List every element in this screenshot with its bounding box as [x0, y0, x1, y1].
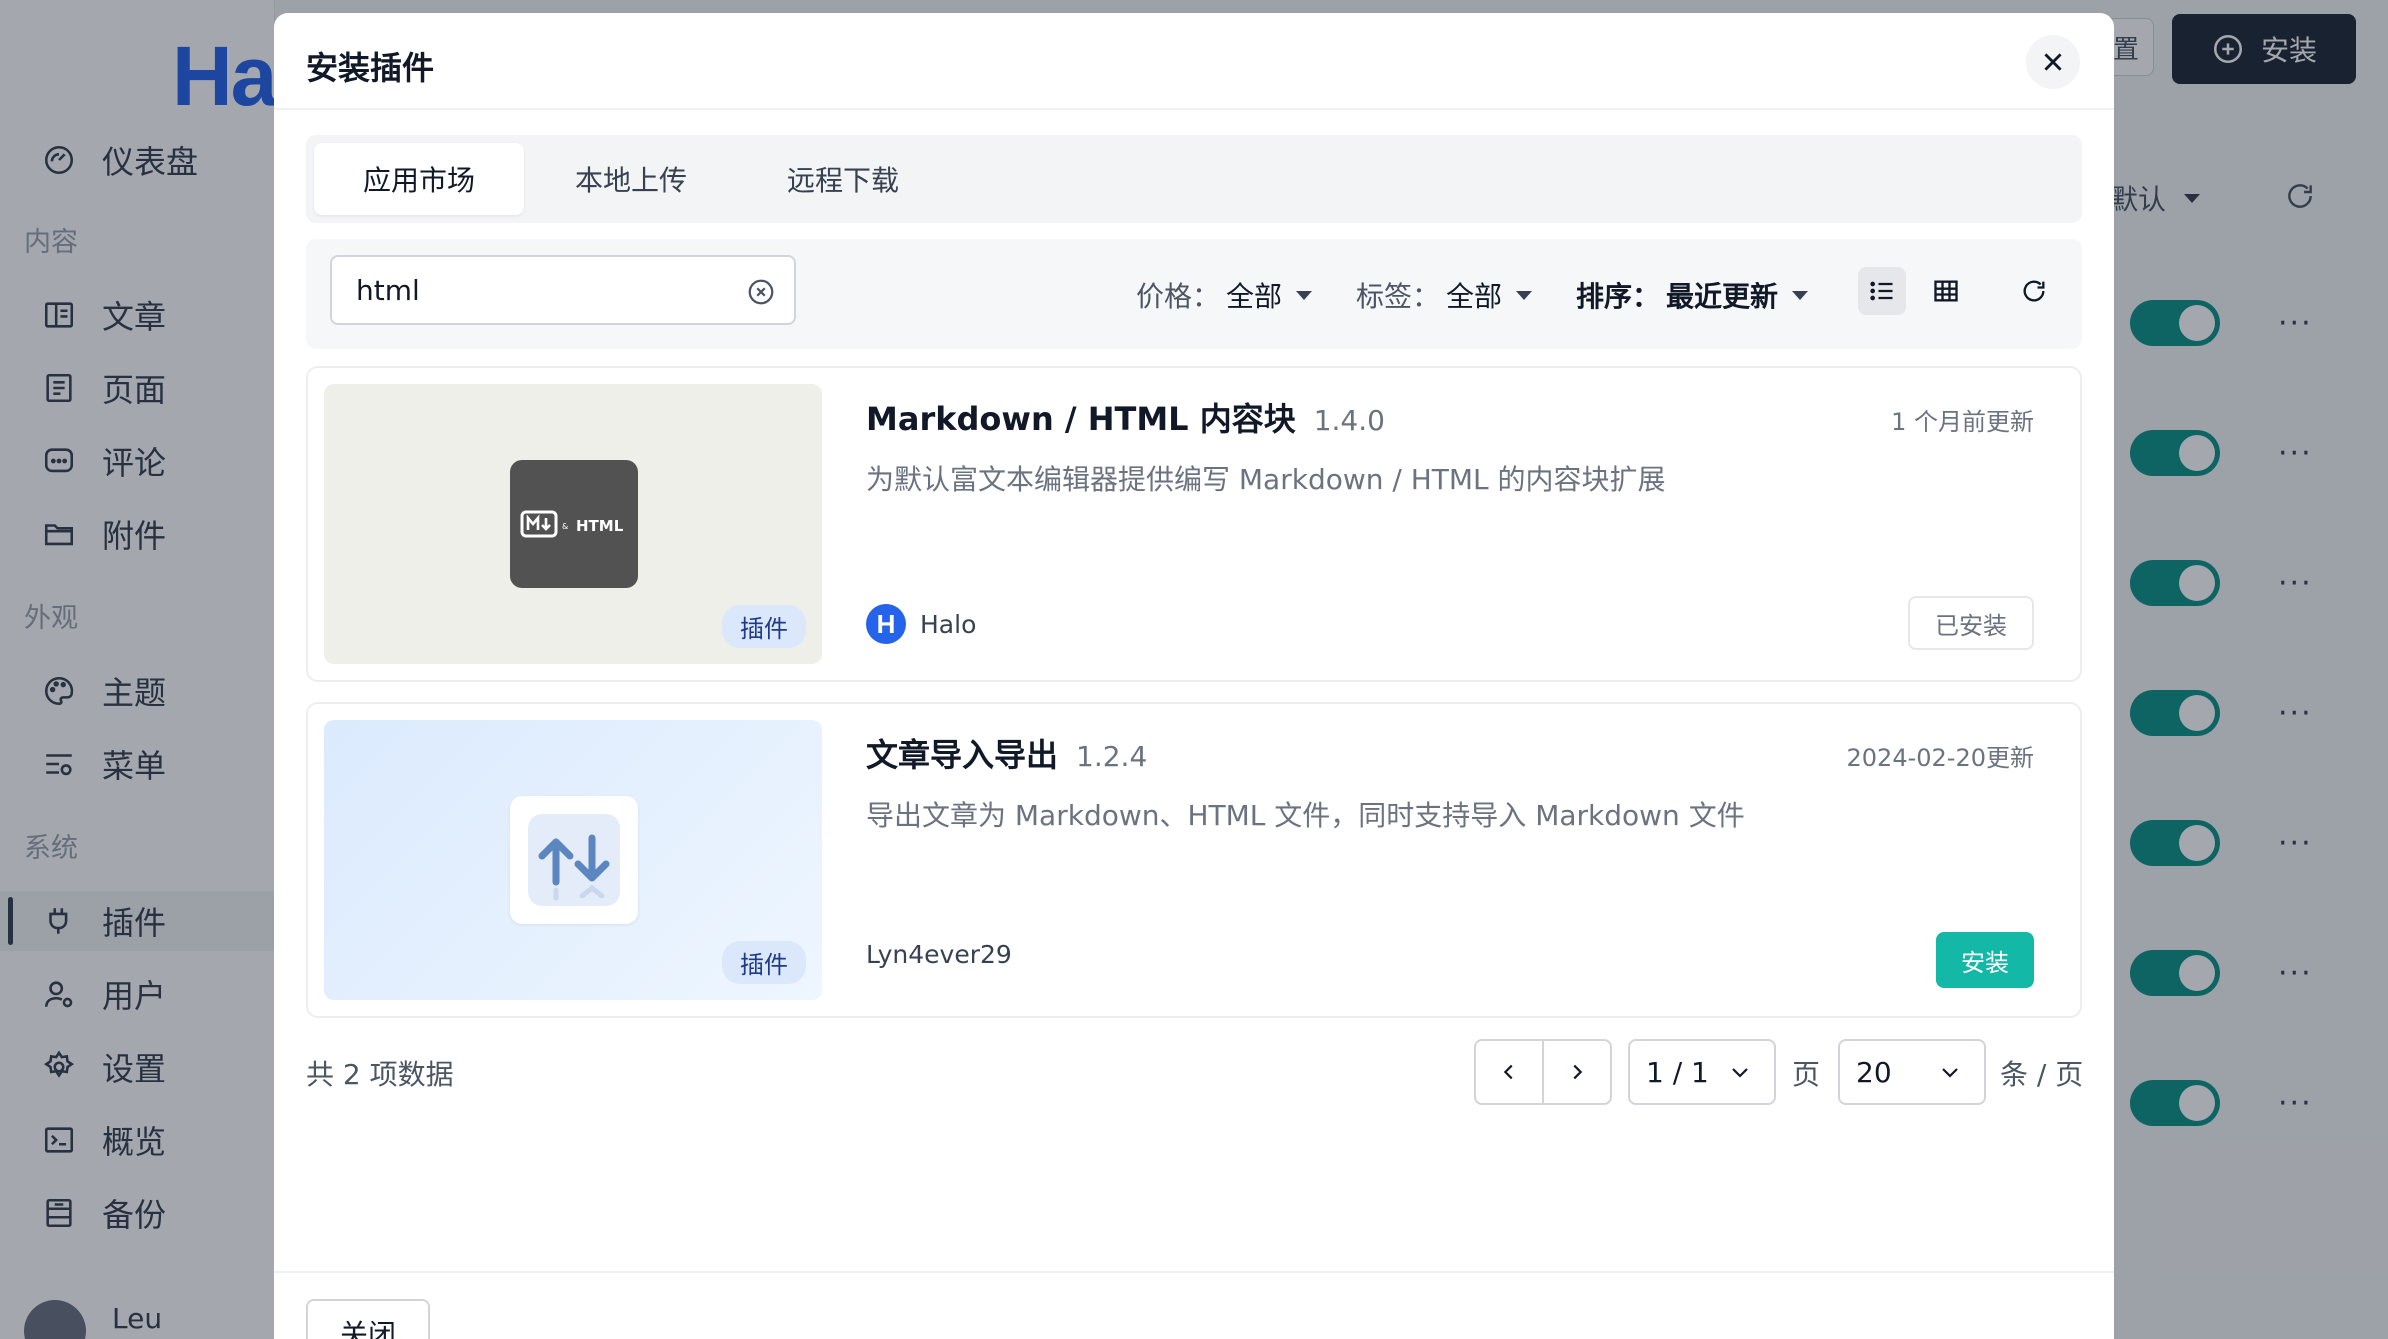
- plugin-type-badge: 插件: [722, 605, 806, 648]
- search-box: [330, 255, 796, 325]
- plugin-author[interactable]: Lyn4ever29: [866, 940, 1012, 969]
- price-filter[interactable]: 价格： 全部: [1136, 275, 1313, 315]
- tag-filter-label: 标签：: [1356, 280, 1441, 313]
- plugin-author[interactable]: H Halo: [866, 604, 976, 644]
- source-tabs: 应用市场 本地上传 远程下载: [306, 135, 2082, 223]
- modal-title: 安装插件: [306, 49, 435, 87]
- install-button[interactable]: 安装: [1936, 932, 2034, 988]
- plugin-cover: & HTML 插件: [324, 384, 822, 664]
- sort-filter-value: 最近更新: [1666, 280, 1779, 313]
- total-count: 共 2 项数据: [306, 1058, 454, 1091]
- next-page-button[interactable]: [1542, 1041, 1610, 1103]
- plugin-updated: 1 个月前更新: [1891, 408, 2034, 436]
- plugin-updated: 2024-02-20更新: [1846, 744, 2034, 772]
- plugin-name: Markdown / HTML 内容块: [866, 400, 1296, 438]
- filter-bar: 价格： 全部 标签： 全部 排序： 最近更新: [306, 239, 2082, 349]
- plugin-card[interactable]: & HTML 插件 Markdown / HTML 内容块 1.4.0 1 个月…: [306, 366, 2082, 682]
- plugin-author-name: Halo: [920, 609, 977, 639]
- installed-button[interactable]: 已安装: [1908, 596, 2034, 650]
- logo-amp: &: [562, 522, 568, 531]
- plugin-type-badge: 插件: [722, 941, 806, 984]
- list-view-button[interactable]: [1858, 267, 1906, 315]
- chevron-down-icon: [1792, 290, 1809, 300]
- prev-page-button[interactable]: [1476, 1041, 1542, 1103]
- tab-marketplace[interactable]: 应用市场: [314, 143, 524, 215]
- plugin-version: 1.4.0: [1313, 404, 1385, 437]
- page-size-label: 条 / 页: [2000, 1058, 2084, 1091]
- grid-icon: [1934, 280, 1958, 302]
- markdown-html-logo-icon: & HTML: [510, 460, 638, 588]
- halo-logo-icon: H: [866, 604, 906, 644]
- modal-close-button[interactable]: [2026, 35, 2080, 89]
- plugin-cover: 插件: [324, 720, 822, 1000]
- chevron-down-icon: [1516, 290, 1533, 300]
- tag-filter[interactable]: 标签： 全部: [1356, 275, 1533, 315]
- plugin-card[interactable]: 插件 文章导入导出 1.2.4 2024-02-20更新 导出文章为 Markd…: [306, 702, 2082, 1018]
- price-filter-value: 全部: [1226, 280, 1283, 313]
- pagination-arrows: [1474, 1039, 1612, 1105]
- logo-html-text: HTML: [576, 517, 624, 535]
- search-input[interactable]: [356, 273, 736, 307]
- plugin-version: 1.2.4: [1076, 740, 1148, 773]
- grid-view-button[interactable]: [1922, 267, 1970, 315]
- close-button[interactable]: 关闭: [306, 1299, 430, 1339]
- chevron-right-icon: [1573, 1064, 1583, 1080]
- clear-search-icon[interactable]: [746, 277, 776, 307]
- plugin-title: 文章导入导出 1.2.4: [866, 730, 1147, 776]
- modal-header: 安装插件: [274, 13, 2114, 110]
- sort-filter-label: 排序：: [1576, 280, 1661, 313]
- tag-filter-value: 全部: [1446, 280, 1503, 313]
- page-label: 页: [1792, 1058, 1821, 1091]
- tab-remote-download[interactable]: 远程下载: [738, 143, 948, 215]
- tab-local-upload[interactable]: 本地上传: [526, 143, 736, 215]
- close-icon: [2044, 53, 2062, 71]
- plugin-author-name: Lyn4ever29: [866, 940, 1012, 969]
- refresh-button[interactable]: [2010, 267, 2058, 315]
- page-select-value: 1 / 1: [1646, 1055, 1709, 1089]
- chevron-down-icon: [1942, 1068, 1958, 1078]
- plugin-title: Markdown / HTML 内容块 1.4.0: [866, 394, 1385, 440]
- list-icon: [1870, 281, 1893, 301]
- chevron-left-icon: [1503, 1064, 1513, 1080]
- install-plugin-modal: 安装插件 应用市场 本地上传 远程下载 价格： 全部 标签： 全部 排序： 最近…: [274, 13, 2114, 1339]
- refresh-icon: [2023, 280, 2045, 302]
- markdown-logo-icon: & HTML: [520, 510, 624, 538]
- arrows-up-down-icon: [528, 814, 620, 906]
- chevron-down-icon: [1732, 1068, 1748, 1078]
- plugin-name: 文章导入导出: [866, 736, 1059, 774]
- plugin-description: 为默认富文本编辑器提供编写 Markdown / HTML 的内容块扩展: [866, 463, 1666, 496]
- modal-footer: 关闭: [274, 1271, 2114, 1339]
- page-select[interactable]: 1 / 1: [1628, 1039, 1776, 1105]
- price-filter-label: 价格：: [1136, 280, 1221, 313]
- import-export-logo-icon: [510, 796, 638, 924]
- plugin-description: 导出文章为 Markdown、HTML 文件，同时支持导入 Markdown 文…: [866, 799, 1745, 832]
- chevron-down-icon: [1296, 290, 1313, 300]
- page-size-select[interactable]: 20: [1838, 1039, 1986, 1105]
- page-size-value: 20: [1856, 1055, 1892, 1089]
- sort-filter[interactable]: 排序： 最近更新: [1576, 275, 1809, 315]
